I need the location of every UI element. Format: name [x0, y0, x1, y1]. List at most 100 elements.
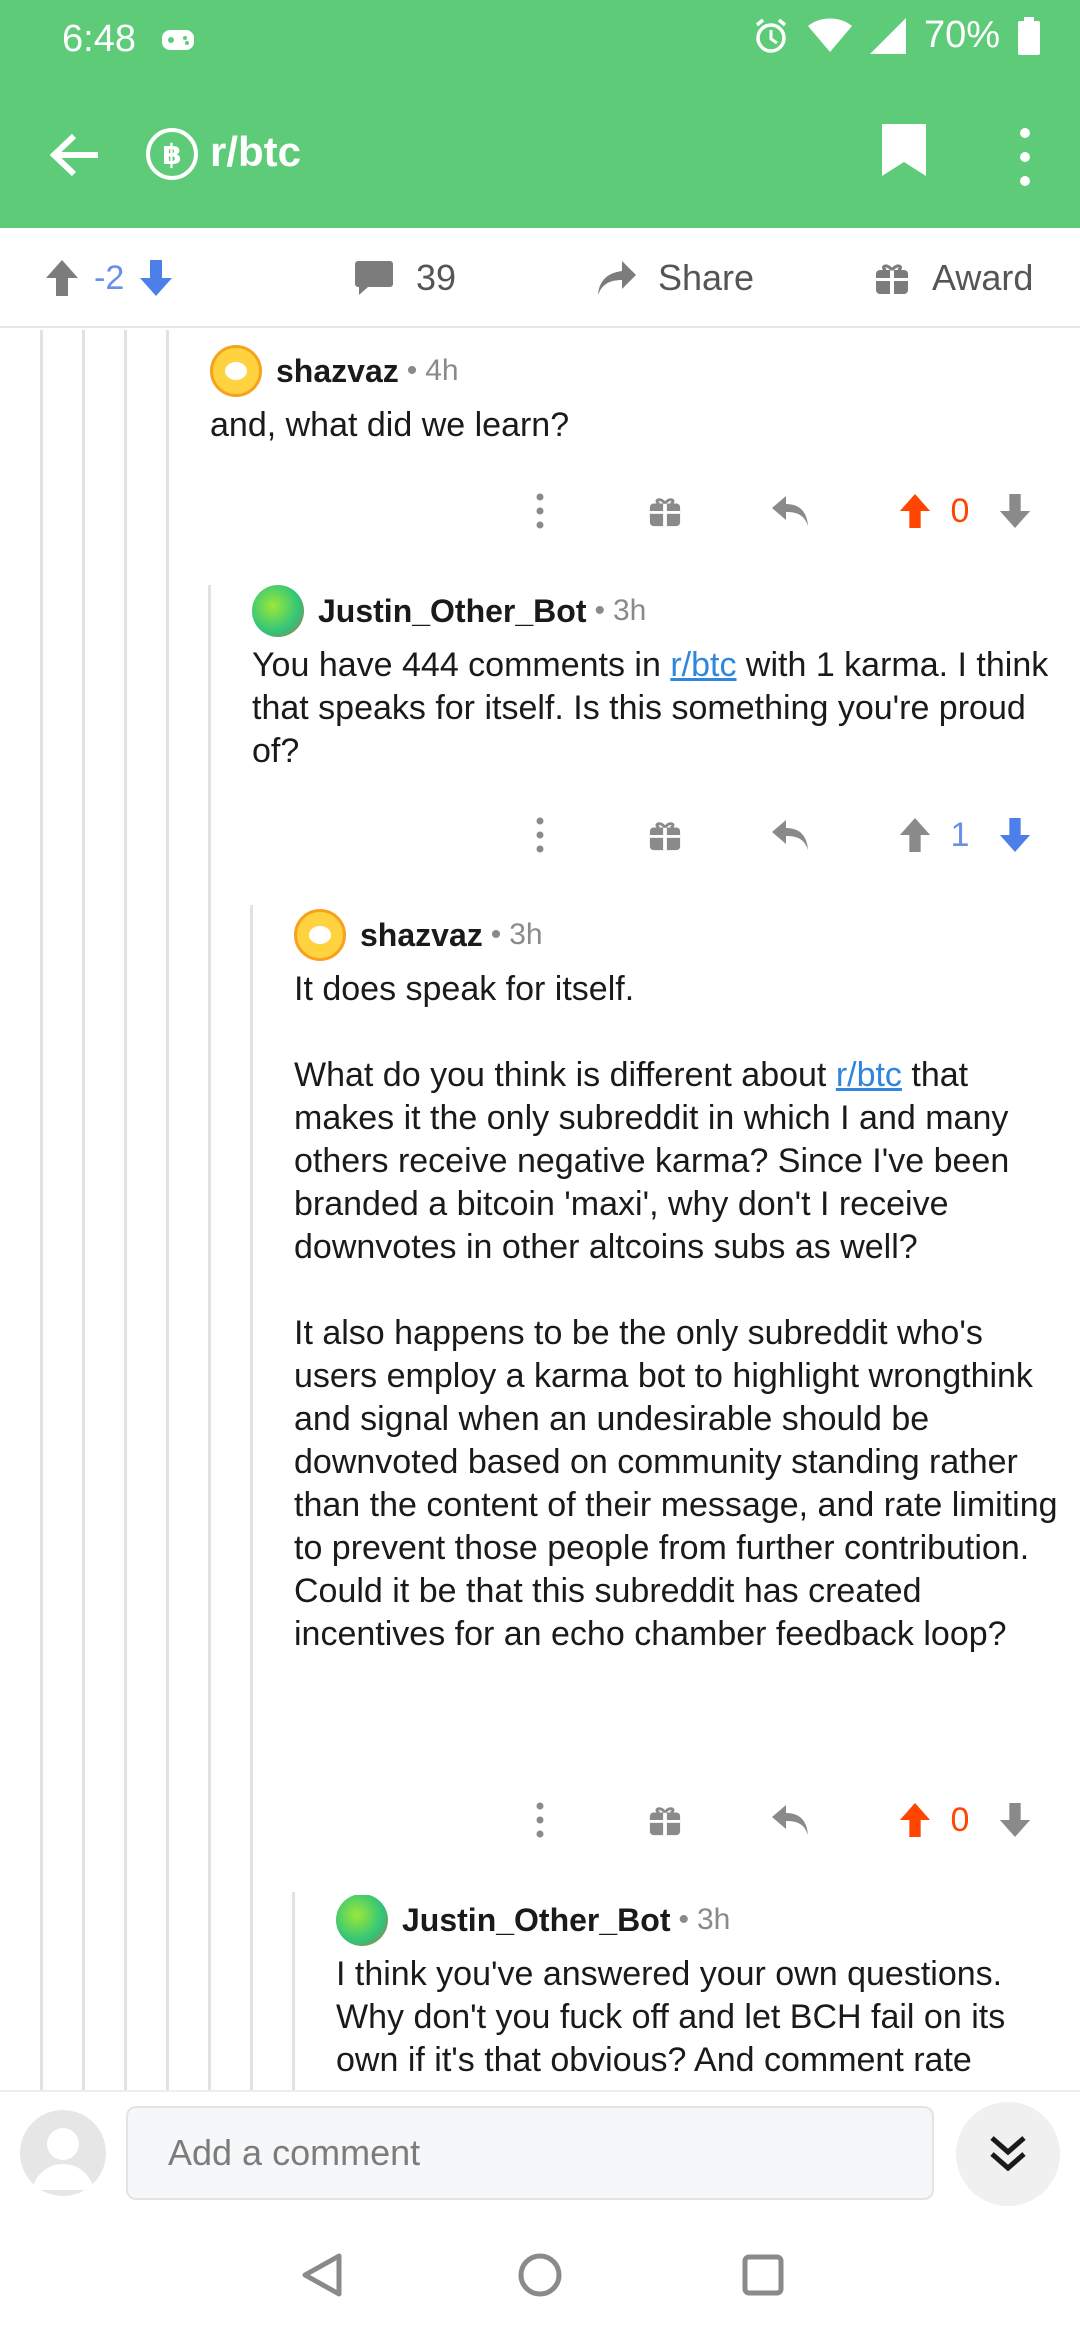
wifi-icon	[807, 18, 852, 52]
system-nav-bar	[0, 2210, 1080, 2340]
comment-time: 3h	[697, 1903, 731, 1936]
comment-composer: Add a comment	[0, 2090, 1080, 2210]
comment-score: 0	[950, 1800, 970, 1839]
downvote-icon	[999, 494, 1031, 528]
comment-actions: 0	[500, 1790, 1060, 1850]
comment-body: and, what did we learn?	[210, 404, 1060, 447]
thread-line	[292, 1892, 295, 2090]
comment-author[interactable]: shazvaz	[360, 917, 483, 954]
post-score: -2	[94, 258, 125, 297]
text-span: You have 444 comments in	[252, 646, 671, 684]
dot-icon	[1020, 176, 1030, 186]
downvote-icon[interactable]	[138, 258, 174, 298]
bookmark-button[interactable]	[880, 122, 940, 192]
subreddit-link[interactable]: r/btc	[836, 1056, 902, 1094]
comment-header: shazvaz • 4h	[210, 345, 1060, 397]
thread-line	[124, 330, 127, 2090]
comment-header: Justin_Other_Bot • 3h	[336, 1895, 1066, 1946]
award-button[interactable]	[640, 1790, 690, 1850]
scroll-down-button[interactable]	[956, 2102, 1060, 2206]
thread-line	[40, 330, 43, 2090]
comment: Justin_Other_Bot • 3h I think you've ans…	[336, 1895, 1066, 2090]
comment-text: You have 444 comments in r/btc with 1 ka…	[252, 644, 1060, 773]
upvote-button[interactable]	[890, 805, 940, 865]
text-span: What do you think is different about	[294, 1056, 836, 1094]
gift-icon	[876, 264, 908, 294]
comment-paragraph: It also happens to be the only subreddit…	[294, 1314, 1058, 1653]
triangle-back-icon	[302, 2253, 342, 2297]
more-vertical-icon	[536, 493, 544, 529]
reply-button[interactable]	[765, 805, 815, 865]
comment-author[interactable]: Justin_Other_Bot	[402, 1902, 670, 1939]
subreddit-link[interactable]: r/btc	[670, 646, 736, 684]
comment-count: 39	[416, 257, 457, 298]
upvote-button[interactable]	[890, 1790, 940, 1850]
more-options-button[interactable]	[1000, 122, 1050, 192]
downvote-button[interactable]	[990, 805, 1040, 865]
reply-button[interactable]	[765, 1790, 815, 1850]
comment-header: Justin_Other_Bot • 3h	[252, 585, 1060, 637]
award-button[interactable]	[640, 481, 690, 541]
nav-back-button[interactable]	[286, 2240, 356, 2310]
add-comment-input[interactable]: Add a comment	[126, 2106, 934, 2200]
reply-button[interactable]	[765, 481, 815, 541]
nav-home-button[interactable]	[505, 2240, 575, 2310]
comment-actions: 1	[500, 805, 1060, 865]
comment-author[interactable]: Justin_Other_Bot	[318, 593, 586, 630]
separator-dot: •	[406, 354, 418, 387]
share-button[interactable]: Share	[596, 228, 754, 328]
avatar[interactable]	[336, 1895, 388, 1946]
comment-time: 4h	[425, 354, 459, 387]
downvote-button[interactable]	[990, 481, 1040, 541]
separator-dot: •	[594, 594, 605, 627]
gift-icon	[649, 1807, 681, 1836]
reply-icon	[772, 1805, 808, 1835]
user-icon	[32, 2128, 94, 2190]
back-button[interactable]	[40, 120, 110, 190]
comment-body: You have 444 comments in r/btc with 1 ka…	[252, 644, 1060, 773]
subreddit-title[interactable]: r/btc	[210, 128, 301, 176]
upvote-icon[interactable]	[44, 258, 80, 298]
signal-icon	[869, 17, 906, 54]
comment: shazvaz • 4h and, what did we learn?	[210, 345, 1060, 447]
share-icon	[598, 261, 636, 295]
user-avatar[interactable]	[20, 2110, 106, 2196]
comment-author[interactable]: shazvaz	[276, 353, 399, 390]
comment-paragraph: It does speak for itself.	[294, 970, 635, 1008]
subreddit-icon: ฿	[146, 128, 198, 180]
comment-text: and, what did we learn?	[210, 406, 570, 444]
separator-dot: •	[490, 918, 502, 951]
bitcoin-icon: ฿	[162, 138, 182, 170]
avatar[interactable]	[252, 585, 304, 637]
downvote-icon	[999, 818, 1031, 852]
downvote-button[interactable]	[990, 1790, 1040, 1850]
award-button[interactable]	[640, 805, 690, 865]
battery-icon	[1018, 16, 1040, 55]
status-time: 6:48	[62, 18, 136, 60]
upvote-button[interactable]	[890, 481, 940, 541]
avatar[interactable]	[210, 345, 262, 397]
comment-time: 3h	[509, 918, 543, 951]
circle-home-icon	[518, 2253, 562, 2297]
comments-button[interactable]: 39	[354, 228, 456, 328]
status-right: 70%	[752, 14, 1040, 57]
separator-dot: •	[678, 1903, 689, 1936]
comment-body: I think you've answered your own questio…	[336, 1953, 1066, 2082]
more-button[interactable]	[520, 1790, 560, 1850]
avatar[interactable]	[294, 909, 346, 961]
status-bar: 6:48 70%	[0, 0, 1080, 80]
more-button[interactable]	[520, 481, 560, 541]
gift-icon	[649, 498, 681, 527]
award-button[interactable]: Award	[874, 228, 1033, 328]
dot-icon	[1020, 128, 1030, 138]
nav-recents-button[interactable]	[728, 2240, 798, 2310]
comment-icon	[355, 261, 393, 295]
more-button[interactable]	[520, 805, 560, 865]
double-chevron-down-icon	[990, 2136, 1026, 2172]
more-vertical-icon	[536, 1802, 544, 1838]
gamepad-icon	[162, 30, 194, 50]
app-bar: ฿ r/btc	[0, 80, 1080, 228]
reply-icon	[772, 496, 808, 526]
comment-score: 0	[950, 491, 970, 530]
comment: shazvaz • 3h It does speak for itself. W…	[294, 909, 1064, 1656]
